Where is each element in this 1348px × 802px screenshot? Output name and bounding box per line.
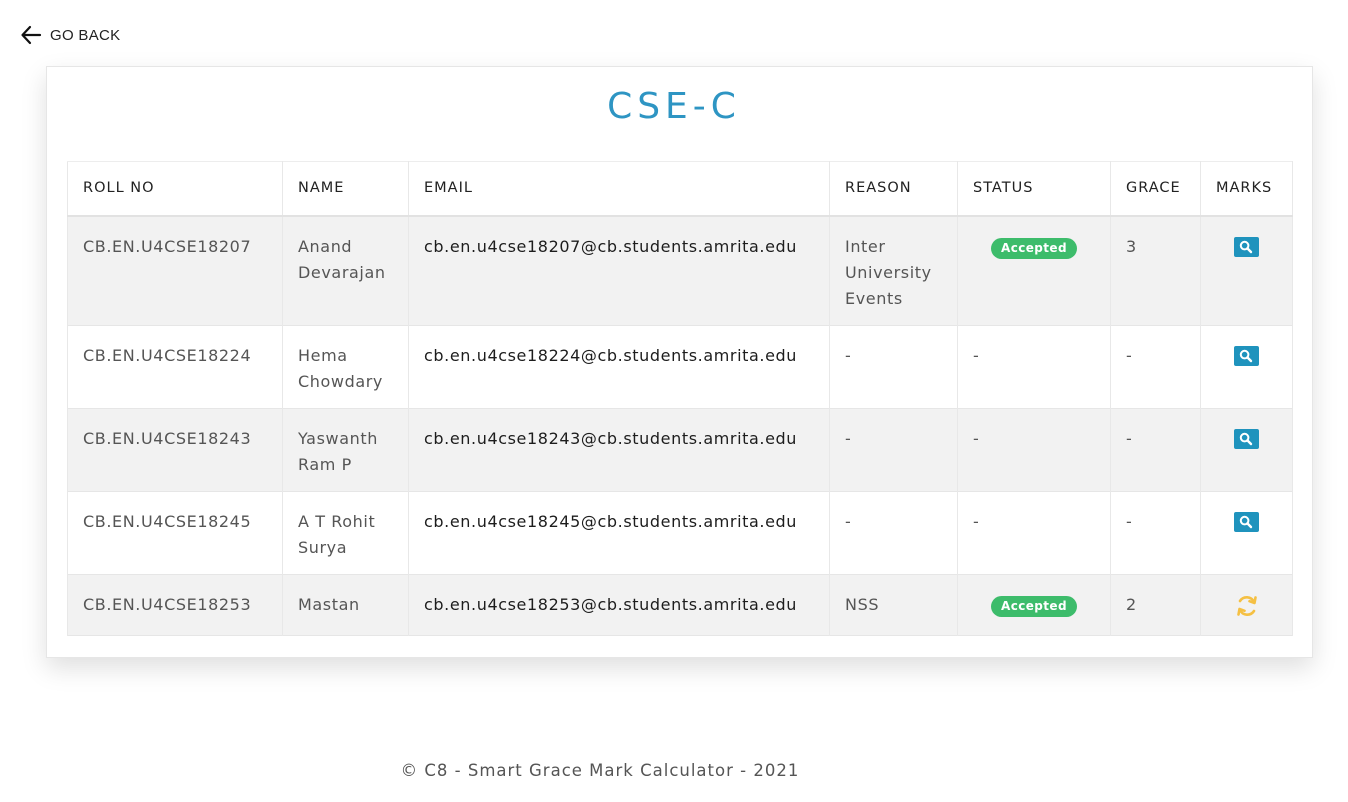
status-cell: Accepted bbox=[957, 215, 1111, 326]
table-header-row: ROLL NO NAME EMAIL REASON STATUS GRACE M… bbox=[67, 161, 1293, 217]
grace-cell: - bbox=[1110, 408, 1201, 492]
marks-cell bbox=[1200, 491, 1293, 575]
roll-cell: CB.EN.U4CSE18245 bbox=[67, 491, 283, 575]
view-marks-button[interactable] bbox=[1234, 236, 1259, 257]
sync-icon[interactable] bbox=[1235, 593, 1259, 627]
status-cell: - bbox=[957, 325, 1111, 409]
name-cell: Hema Chowdary bbox=[282, 325, 409, 409]
grace-cell: - bbox=[1110, 325, 1201, 409]
marks-cell bbox=[1200, 215, 1293, 326]
status-cell: - bbox=[957, 408, 1111, 492]
column-header-grace: GRACE bbox=[1110, 161, 1201, 217]
status-cell: - bbox=[957, 491, 1111, 575]
status-badge: Accepted bbox=[991, 596, 1077, 617]
name-cell: A T Rohit Surya bbox=[282, 491, 409, 575]
reason-cell: - bbox=[829, 325, 958, 409]
column-header-roll: ROLL NO bbox=[67, 161, 283, 217]
footer-copyright: © C8 - Smart Grace Mark Calculator - 202… bbox=[400, 761, 800, 780]
marks-cell bbox=[1200, 574, 1293, 636]
view-marks-button[interactable] bbox=[1234, 346, 1259, 366]
reason-cell: Inter University Events bbox=[829, 215, 958, 326]
grace-cell: 2 bbox=[1110, 574, 1201, 636]
search-icon bbox=[1239, 240, 1253, 253]
roll-cell: CB.EN.U4CSE18243 bbox=[67, 408, 283, 492]
go-back-label: GO BACK bbox=[50, 26, 121, 44]
search-icon bbox=[1239, 432, 1253, 446]
table-row: CB.EN.U4CSE18243 Yaswanth Ram P cb.en.u4… bbox=[67, 408, 1293, 492]
roll-cell: CB.EN.U4CSE18224 bbox=[67, 325, 283, 409]
table-row: CB.EN.U4CSE18245 A T Rohit Surya cb.en.u… bbox=[67, 491, 1293, 575]
name-cell: Mastan bbox=[282, 574, 409, 636]
grace-cell: 3 bbox=[1110, 215, 1201, 326]
view-marks-button[interactable] bbox=[1234, 429, 1259, 449]
email-cell: cb.en.u4cse18245@cb.students.amrita.edu bbox=[408, 491, 830, 575]
reason-cell: - bbox=[829, 408, 958, 492]
status-cell: Accepted bbox=[957, 574, 1111, 636]
column-header-status: STATUS bbox=[957, 161, 1111, 217]
marks-cell bbox=[1200, 325, 1293, 409]
grace-cell: - bbox=[1110, 491, 1201, 575]
go-back-link[interactable]: GO BACK bbox=[20, 24, 120, 46]
table-row: CB.EN.U4CSE18207 Anand Devarajan cb.en.u… bbox=[67, 215, 1293, 326]
reason-cell: NSS bbox=[829, 574, 958, 636]
email-cell: cb.en.u4cse18207@cb.students.amrita.edu bbox=[408, 215, 830, 326]
status-badge: Accepted bbox=[991, 237, 1077, 259]
email-cell: cb.en.u4cse18224@cb.students.amrita.edu bbox=[408, 325, 830, 409]
column-header-email: EMAIL bbox=[408, 161, 830, 217]
roll-cell: CB.EN.U4CSE18253 bbox=[67, 574, 283, 636]
column-header-marks: MARKS bbox=[1200, 161, 1293, 217]
column-header-name: NAME bbox=[282, 161, 409, 217]
email-cell: cb.en.u4cse18243@cb.students.amrita.edu bbox=[408, 408, 830, 492]
roll-cell: CB.EN.U4CSE18207 bbox=[67, 215, 283, 326]
name-cell: Anand Devarajan bbox=[282, 215, 409, 326]
reason-cell: - bbox=[829, 491, 958, 575]
table-row: CB.EN.U4CSE18224 Hema Chowdary cb.en.u4c… bbox=[67, 325, 1293, 409]
student-table: ROLL NO NAME EMAIL REASON STATUS GRACE M… bbox=[67, 161, 1293, 636]
search-icon bbox=[1239, 349, 1253, 363]
email-cell: cb.en.u4cse18253@cb.students.amrita.edu bbox=[408, 574, 830, 636]
search-icon bbox=[1239, 515, 1253, 529]
arrow-left-icon bbox=[21, 25, 42, 45]
table-row: CB.EN.U4CSE18253 Mastan cb.en.u4cse18253… bbox=[67, 574, 1293, 636]
name-cell: Yaswanth Ram P bbox=[282, 408, 409, 492]
column-header-reason: REASON bbox=[829, 161, 958, 217]
page-title: CSE-C bbox=[607, 86, 741, 127]
marks-cell bbox=[1200, 408, 1293, 492]
view-marks-button[interactable] bbox=[1234, 512, 1259, 532]
